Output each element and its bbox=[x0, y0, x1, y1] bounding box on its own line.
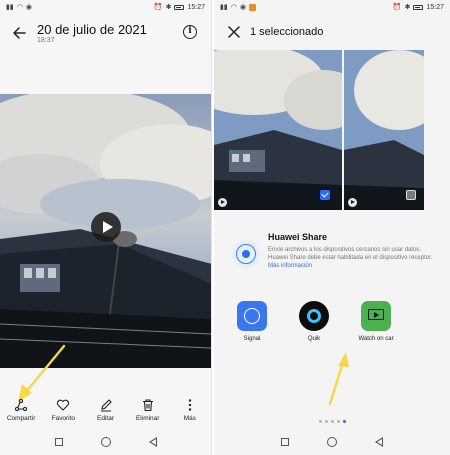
gallery-photo-screen: ▮▮ ◠ ◉ ⏰ ✱ 15:27 20 de julio de 2021 18:… bbox=[0, 0, 212, 455]
page-dot bbox=[324, 420, 328, 423]
pencil-icon bbox=[99, 398, 113, 412]
favorite-label: Favorito bbox=[51, 415, 76, 422]
delete-action[interactable]: Eliminar bbox=[127, 398, 169, 428]
home-icon[interactable] bbox=[327, 437, 337, 447]
page-dot bbox=[318, 420, 322, 423]
nav-back-icon[interactable] bbox=[148, 437, 157, 447]
nav-back-icon[interactable] bbox=[375, 437, 383, 447]
annotation-arrow bbox=[328, 352, 349, 406]
page-dot bbox=[336, 420, 340, 423]
more-label: Más bbox=[183, 415, 197, 422]
system-nav-bar bbox=[214, 433, 450, 451]
recents-icon[interactable] bbox=[281, 438, 289, 446]
edit-action[interactable]: Editar bbox=[84, 398, 126, 428]
page-indicator bbox=[214, 420, 450, 423]
share-label: Compartir bbox=[6, 415, 36, 422]
recents-icon[interactable] bbox=[54, 438, 63, 446]
delete-label: Eliminar bbox=[135, 415, 160, 422]
trash-icon bbox=[141, 398, 155, 412]
home-icon[interactable] bbox=[100, 437, 111, 447]
more-vert-icon bbox=[183, 398, 197, 412]
edit-label: Editar bbox=[97, 415, 114, 422]
page-dot-active bbox=[342, 420, 346, 423]
annotation-arrow bbox=[18, 344, 66, 402]
page-dot bbox=[330, 420, 334, 423]
more-action[interactable]: Más bbox=[169, 398, 211, 428]
system-nav-bar bbox=[0, 433, 211, 451]
share-icon bbox=[14, 398, 28, 412]
share-action[interactable]: Compartir bbox=[0, 398, 42, 428]
photo-action-bar: Compartir Favorito Editar Eliminar Más bbox=[0, 398, 211, 428]
heart-icon bbox=[56, 398, 70, 412]
share-sheet-screen: ▮▮ ◠ ◉ ⏰ ✱ 15:27 1 seleccionado Huawei S… bbox=[214, 0, 450, 455]
favorite-action[interactable]: Favorito bbox=[42, 398, 84, 428]
